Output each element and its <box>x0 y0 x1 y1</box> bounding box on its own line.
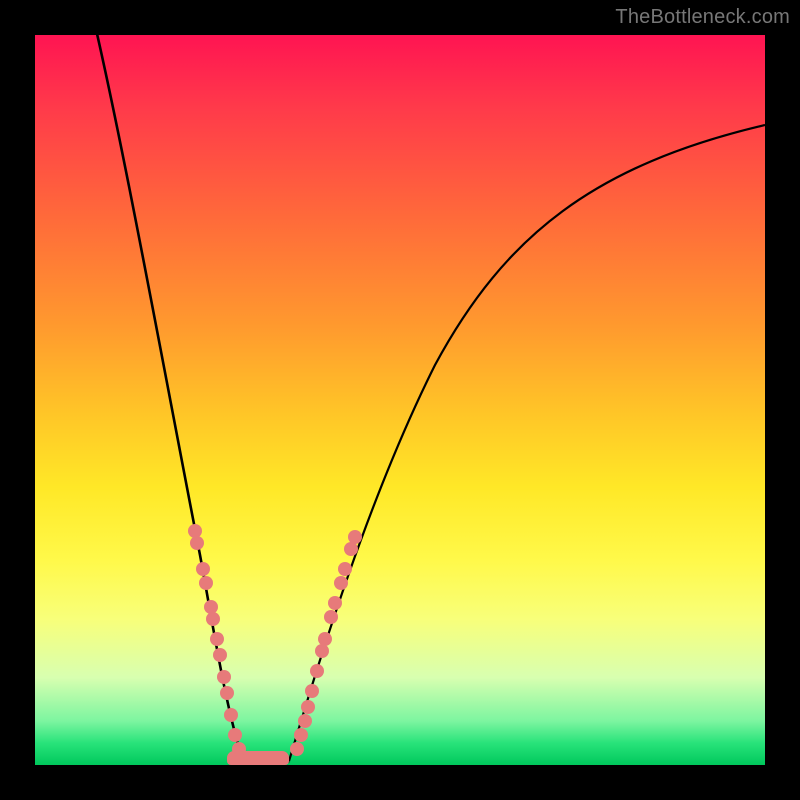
data-point <box>334 576 348 590</box>
data-point <box>298 714 312 728</box>
data-point <box>324 610 338 624</box>
data-point <box>220 686 234 700</box>
data-point <box>344 542 358 556</box>
data-point <box>190 536 204 550</box>
bottleneck-curve <box>35 35 765 765</box>
data-point <box>328 596 342 610</box>
data-point <box>213 648 227 662</box>
watermark-text: TheBottleneck.com <box>615 6 790 29</box>
data-point <box>338 562 352 576</box>
data-point <box>310 664 324 678</box>
data-point <box>199 576 213 590</box>
data-point <box>315 644 329 658</box>
data-point <box>196 562 210 576</box>
data-point <box>294 728 308 742</box>
data-point <box>206 612 220 626</box>
data-point <box>217 670 231 684</box>
data-point <box>305 684 319 698</box>
data-point <box>224 708 238 722</box>
data-point <box>228 728 242 742</box>
chart-plot-area <box>35 35 765 765</box>
data-point <box>232 742 246 756</box>
curve-right-branch <box>289 125 765 761</box>
data-point <box>318 632 332 646</box>
data-point <box>210 632 224 646</box>
data-point <box>290 742 304 756</box>
data-point <box>348 530 362 544</box>
data-point <box>301 700 315 714</box>
